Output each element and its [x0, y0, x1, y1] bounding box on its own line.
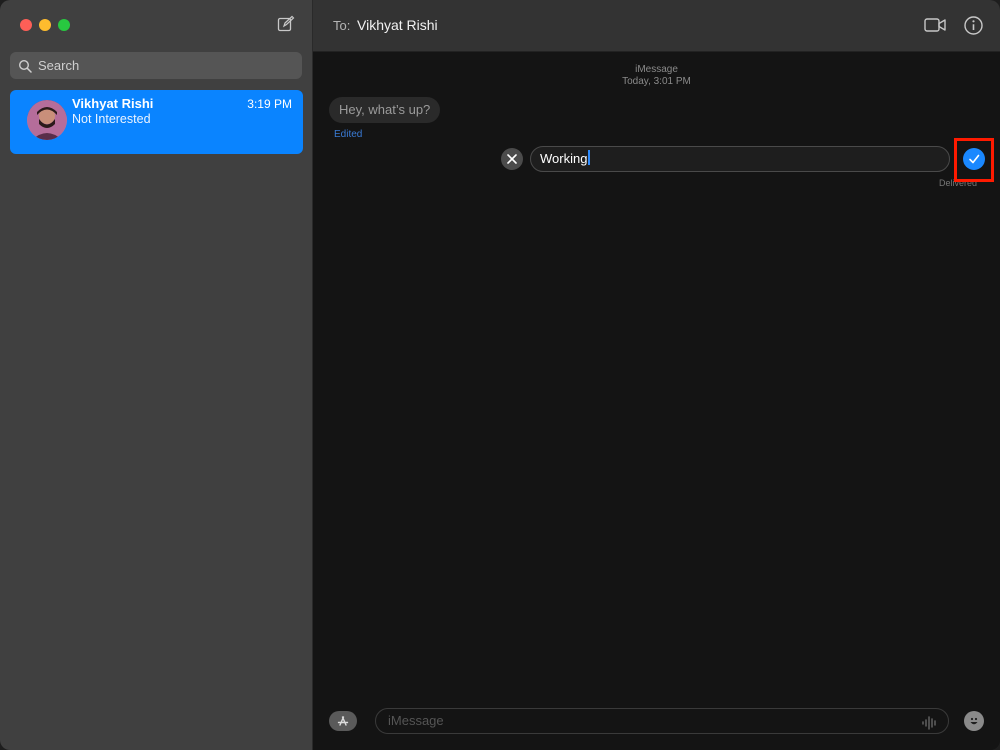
info-icon[interactable]	[964, 16, 983, 35]
recipient-name[interactable]: Vikhyat Rishi	[357, 17, 438, 33]
conversation-preview: Not Interested	[72, 112, 151, 126]
emoji-icon	[970, 717, 978, 725]
service-label: iMessage	[635, 64, 678, 75]
conversation-pane: To: Vikhyat Rishi iMessage Today, 3:01 P…	[313, 0, 1000, 750]
message-input[interactable]: iMessage	[375, 708, 949, 734]
highlight-box	[954, 138, 994, 182]
apps-button[interactable]	[329, 711, 357, 731]
search-placeholder: Search	[38, 58, 80, 73]
search-icon	[18, 59, 32, 73]
video-icon[interactable]	[924, 17, 946, 33]
cancel-edit-button[interactable]	[501, 148, 523, 170]
conversation-name: Vikhyat Rishi	[72, 96, 154, 111]
edited-label[interactable]: Edited	[334, 129, 362, 140]
conversation-time: 3:19 PM	[247, 97, 292, 111]
avatar	[27, 100, 67, 140]
conversation-header: To: Vikhyat Rishi	[313, 0, 1000, 52]
messages-window: Search Vikhyat Rishi 3:19 PM Not Interes…	[0, 0, 1000, 750]
thread-timestamp: Today, 3:01 PM	[622, 76, 691, 87]
edit-field-text: Working	[540, 151, 588, 166]
compose-icon[interactable]	[277, 15, 295, 33]
close-icon	[507, 154, 517, 164]
zoom-window-button[interactable]	[58, 19, 70, 31]
conversation-item-vikhyat-rishi[interactable]: Vikhyat Rishi 3:19 PM Not Interested	[10, 90, 303, 154]
message-input-placeholder: iMessage	[388, 713, 444, 728]
sidebar: Search Vikhyat Rishi 3:19 PM Not Interes…	[0, 0, 313, 750]
minimize-window-button[interactable]	[39, 19, 51, 31]
audio-waveform-icon[interactable]	[922, 714, 938, 730]
app-store-icon	[337, 716, 349, 726]
emoji-button[interactable]	[964, 711, 984, 731]
close-window-button[interactable]	[20, 19, 32, 31]
to-label: To:	[333, 18, 351, 33]
edit-message-field[interactable]: Working	[530, 146, 950, 172]
text-caret	[588, 150, 591, 165]
incoming-message-bubble[interactable]: Hey, what’s up?	[329, 97, 441, 123]
search-field[interactable]: Search	[10, 52, 302, 79]
